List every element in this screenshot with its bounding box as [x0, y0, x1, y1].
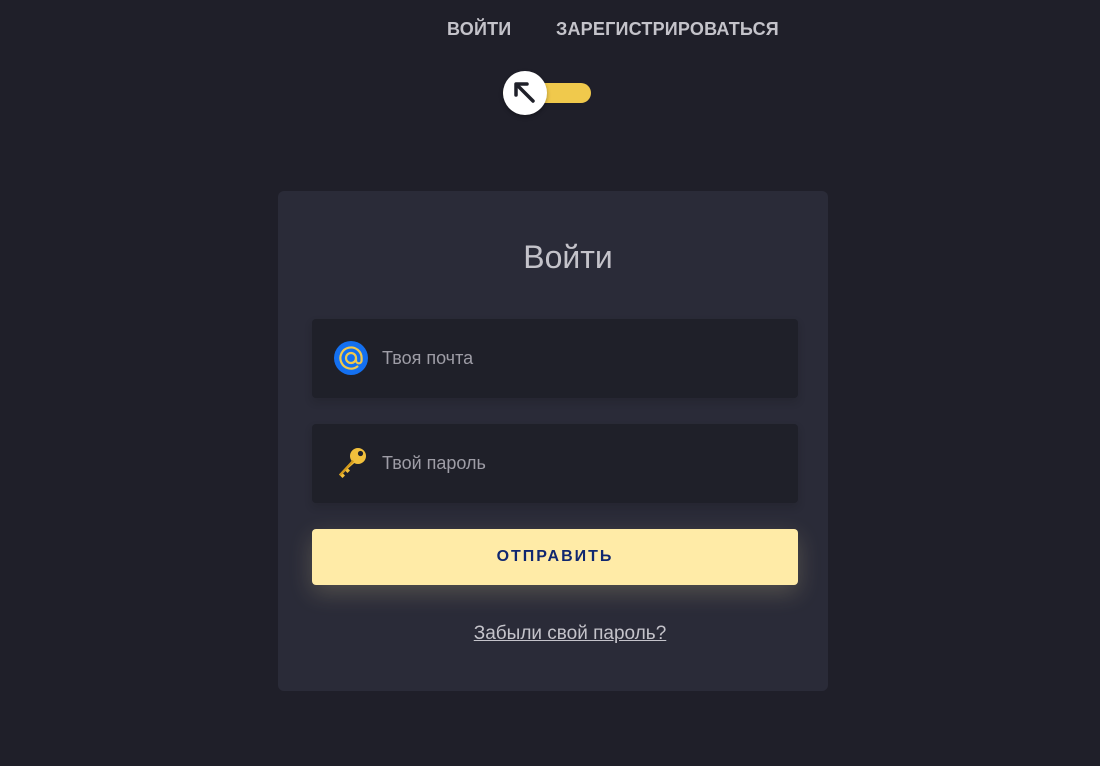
form-title: Войти: [523, 239, 613, 275]
password-input[interactable]: [382, 424, 782, 503]
top-nav: ВОЙТИ ЗАРЕГИСТРИРОВАТЬСЯ: [0, 19, 1100, 41]
submit-button[interactable]: ОТПРАВИТЬ: [312, 529, 798, 585]
key-icon: [339, 448, 366, 478]
nav-register-link[interactable]: ЗАРЕГИСТРИРОВАТЬСЯ: [556, 19, 779, 40]
nav-login-link[interactable]: ВОЙТИ: [447, 19, 511, 40]
toggle-knob[interactable]: [503, 71, 547, 115]
at-sign-icon: [334, 341, 368, 375]
login-register-toggle[interactable]: [503, 71, 591, 115]
password-field-container: [312, 424, 798, 503]
arrow-up-left-icon: [514, 82, 535, 103]
email-field-container: [312, 319, 798, 398]
forgot-password-link[interactable]: Забыли свой пароль?: [0, 623, 1100, 645]
email-input[interactable]: [382, 319, 782, 398]
